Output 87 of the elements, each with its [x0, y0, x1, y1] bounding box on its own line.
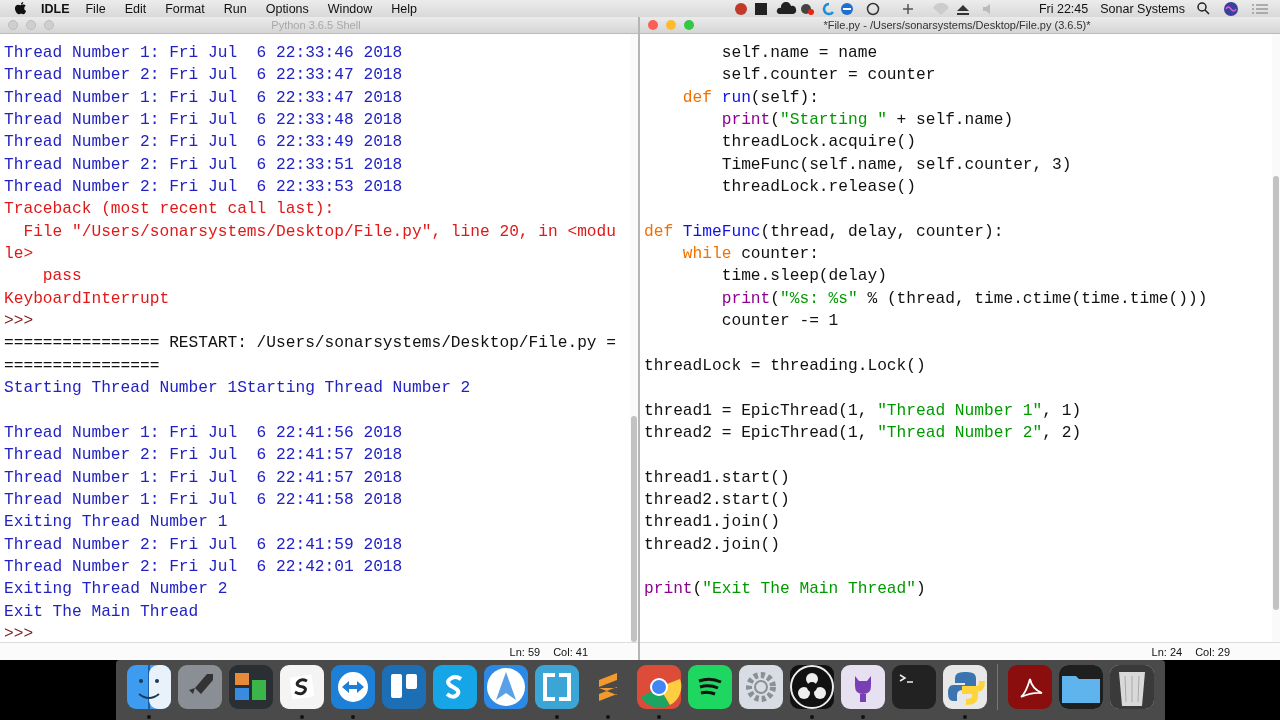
menu-item[interactable]: Window [327, 1, 373, 16]
shell-output-line: Thread Number 1: Fri Jul 6 22:41:58 2018 [4, 490, 403, 509]
menu-item[interactable]: Help [391, 1, 417, 16]
shell-output-line: KeyboardInterrupt [4, 289, 170, 308]
code-line: thread2 = EpicThread(1, "Thread Number 2", 2) [644, 423, 1082, 442]
scroll-thumb[interactable] [1273, 176, 1279, 610]
code-line: TimeFunc(self.name, self.counter, 3) [720, 155, 1072, 174]
app-menu[interactable]: IDLE [41, 1, 70, 16]
folder-icon[interactable] [1057, 664, 1104, 710]
shell-output-line: Thread Number 1: Fri Jul 6 22:41:56 2018 [4, 423, 403, 442]
line-number: Ln: 24 [1151, 645, 1183, 658]
menu-item[interactable]: Format [165, 1, 205, 16]
windows-icon[interactable] [227, 664, 274, 710]
shell-output-line: Exit The Main Thread [4, 602, 199, 621]
menu-item[interactable]: File [85, 1, 106, 16]
shell-output-line: >>> [4, 312, 34, 331]
shell-output-line: Thread Number 2: Fri Jul 6 22:42:01 2018 [4, 557, 403, 576]
finder-icon[interactable] [125, 664, 172, 710]
spotify-icon[interactable] [686, 664, 733, 710]
shell-output-line: Thread Number 1: Fri Jul 6 22:33:48 2018 [4, 111, 403, 130]
window-title: *File.py - /Users/sonarsystems/Desktop/File.py (3.6.5)* [822, 19, 1092, 31]
shell-output-line: File "/Users/sonarsystems/Desktop/File.py", line 20, in <modu [22, 222, 616, 241]
code-line: self.counter = counter [720, 66, 936, 85]
code-line: def run(self): [681, 88, 819, 107]
window-title: Python 3.6.5 Shell [270, 19, 362, 31]
arrows-icon[interactable] [329, 664, 376, 710]
chrome-icon[interactable] [635, 664, 682, 710]
code-line: time.sleep(delay) [720, 267, 887, 286]
code-line: while counter: [681, 245, 819, 264]
code-line: def TimeFunc(thread, delay, counter): [644, 222, 1004, 241]
acrobat-icon[interactable] [1006, 664, 1053, 710]
user-name[interactable]: Sonar Systems [1100, 1, 1185, 16]
python-icon[interactable] [941, 664, 988, 710]
siri-icon[interactable] [1224, 1, 1238, 16]
code-line: print("Starting " + self.name) [720, 111, 1014, 130]
shell-output-line: ================ [4, 356, 160, 375]
code-line: thread2.start() [644, 490, 790, 509]
octocat-icon[interactable] [839, 664, 886, 710]
column-number: Col: 29 [1195, 645, 1230, 658]
trash-icon[interactable] [1108, 664, 1155, 710]
code-line: print("Exit The Main Thread") [644, 580, 926, 599]
code-line: print("%s: %s" % (thread, time.ctime(time.time())) [720, 289, 1208, 308]
shell-output-line: Thread Number 1: Fri Jul 6 22:41:57 2018 [4, 468, 403, 487]
trello-icon[interactable] [380, 664, 427, 710]
shell-output-line: Thread Number 2: Fri Jul 6 22:41:57 2018 [4, 446, 403, 465]
scrollbar[interactable] [1272, 34, 1280, 642]
code-line: thread2.join() [644, 535, 780, 554]
menu-item[interactable]: Run [223, 1, 247, 16]
scrollbar[interactable] [630, 34, 638, 642]
shell-output-line: pass [41, 267, 82, 286]
line-number: Ln: 59 [509, 645, 541, 658]
scroll-thumb[interactable] [631, 416, 637, 642]
shell-output-line: >>> [4, 624, 34, 642]
shell-output-line: Exiting Thread Number 1 [4, 513, 228, 532]
paper-plane-icon[interactable] [482, 664, 529, 710]
code-line: threadLock.acquire() [720, 133, 916, 152]
code-line: threadLock = threading.Lock() [644, 356, 926, 375]
code-line: self.name = name [720, 44, 878, 62]
shell-output-line: Starting Thread Number 1Starting Thread Number 2 [4, 379, 471, 398]
shell-output-line: le> [4, 245, 34, 264]
code-line: thread1.join() [644, 513, 780, 532]
brackets-icon[interactable] [533, 664, 580, 710]
rocket-icon[interactable] [176, 664, 223, 710]
shell-output-line: Thread Number 2: Fri Jul 6 22:33:51 2018 [4, 155, 403, 174]
shell-output-line: Thread Number 2: Fri Jul 6 22:33:53 2018 [4, 178, 403, 197]
shell-output-line: Thread Number 2: Fri Jul 6 22:41:59 2018 [4, 535, 403, 554]
code-line: thread1.start() [644, 468, 790, 487]
shell-output-line: Exiting Thread Number 2 [4, 580, 228, 599]
code-line: counter -= 1 [720, 312, 839, 331]
shell-output-line: Thread Number 2: Fri Jul 6 22:33:49 2018 [4, 133, 403, 152]
shell-output-line: Traceback (most recent call last): [4, 200, 335, 219]
obs-icon[interactable] [788, 664, 835, 710]
shell-output-line: Thread Number 1: Fri Jul 6 22:33:47 2018 [4, 88, 403, 107]
shell-output-line: Thread Number 2: Fri Jul 6 22:33:47 2018 [4, 66, 403, 85]
code-line: threadLock.release() [720, 178, 916, 197]
clock[interactable]: Fri 22:45 [1038, 1, 1089, 16]
search-icon[interactable] [1197, 2, 1210, 15]
slack-icon[interactable] [278, 664, 325, 710]
shell-output-line: Thread Number 1: Fri Jul 6 22:33:46 2018 [4, 44, 403, 62]
shell-output-line: ================ RESTART: /Users/sonarsystems/Desktop/File.py = [4, 334, 616, 353]
apple-icon[interactable] [14, 1, 27, 16]
menu-item[interactable]: Options [265, 1, 309, 16]
code-line: thread1 = EpicThread(1, "Thread Number 1", 1) [644, 401, 1082, 420]
gear-icon[interactable] [737, 664, 784, 710]
skype-icon[interactable] [431, 664, 478, 710]
menu-item[interactable]: Edit [124, 1, 147, 16]
column-number: Col: 41 [553, 645, 588, 658]
